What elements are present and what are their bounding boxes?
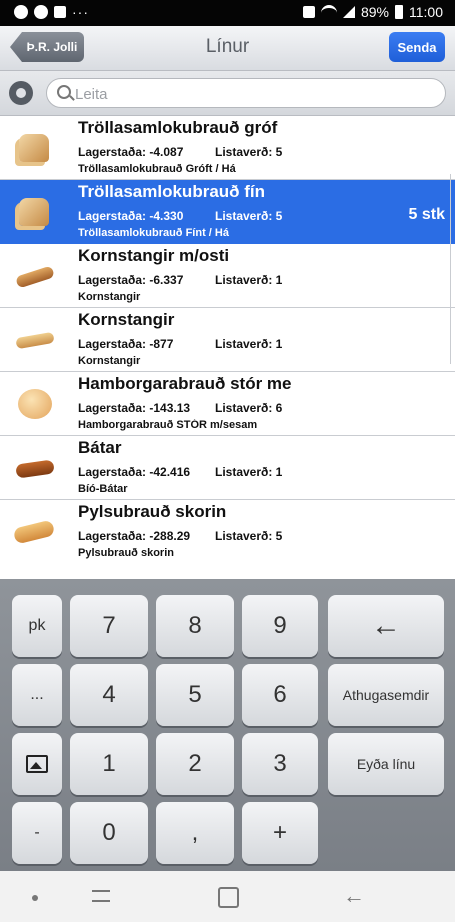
item-description: Kornstangir — [78, 291, 141, 303]
home-icon[interactable] — [218, 887, 239, 908]
minus-key[interactable]: - — [12, 802, 62, 864]
item-price: Listaverð: 1 — [215, 465, 283, 479]
item-stock: Lagerstaða: -877 — [78, 337, 174, 351]
search-icon — [57, 85, 71, 99]
navigation-bar: Þ.R. Jolli Línur Senda — [0, 26, 455, 71]
item-stock-price: Lagerstaða: -4.330 Listaverð: 5 — [78, 209, 293, 223]
item-price: Listaverð: 6 — [215, 401, 283, 415]
key-7[interactable]: 7 — [70, 595, 148, 657]
vibrate-icon — [302, 6, 315, 18]
pk-key[interactable]: pk — [12, 595, 62, 657]
item-name: Tröllasamlokubrauð fín — [78, 182, 266, 201]
key-2[interactable]: 2 — [156, 733, 234, 795]
item-description: Bíó-Bátar — [78, 483, 128, 495]
item-stock: Lagerstaða: -4.330 — [78, 209, 184, 223]
status-right: 89% 11:00 — [302, 4, 443, 20]
key-9[interactable]: 9 — [242, 595, 318, 657]
list-item-selected[interactable]: Tröllasamlokubrauð fín Lagerstaða: -4.33… — [0, 180, 455, 244]
item-name: Pylsubrauð skorin — [78, 502, 227, 521]
battery-percent: 89% — [360, 4, 389, 20]
bread-stick-image — [14, 322, 55, 358]
battery-icon — [395, 5, 403, 19]
boat-roll-image — [14, 450, 55, 486]
key-1[interactable]: 1 — [70, 733, 148, 795]
page-title: Línur — [205, 36, 250, 57]
item-description: Pylsubrauð skorin — [78, 547, 174, 559]
clock: 11:00 — [409, 4, 443, 20]
item-name: Tröllasamlokubrauð gróf — [78, 118, 278, 137]
hotdog-bun-image — [12, 514, 56, 550]
comma-key[interactable]: , — [156, 802, 234, 864]
item-price: Listaverð: 1 — [215, 273, 283, 287]
item-stock-price: Lagerstaða: -42.416 Listaverð: 1 — [78, 465, 293, 479]
wifi-icon — [320, 4, 337, 20]
product-list[interactable]: Tröllasamlokubrauð gróf Lagerstaða: -4.0… — [0, 116, 455, 578]
list-item[interactable]: Hamborgarabrauð stór me Lagerstaða: -143… — [0, 372, 455, 436]
item-stock: Lagerstaða: -288.29 — [78, 529, 191, 543]
item-stock: Lagerstaða: -6.337 — [78, 273, 184, 287]
list-item[interactable]: Kornstangir m/osti Lagerstaða: -6.337 Lis… — [0, 244, 455, 308]
note-button[interactable]: Athugasemdir — [328, 664, 444, 726]
bread-stick-image — [14, 258, 55, 294]
numeric-keypad: pk 7 8 9 ← ... 4 5 6 Athugasemdir 1 2 3 … — [0, 579, 455, 871]
list-item[interactable]: Pylsubrauð skorin Lagerstaða: -288.29 Lis… — [0, 500, 455, 564]
item-quantity: 5 stk — [408, 206, 445, 223]
item-stock: Lagerstaða: -4.087 — [78, 145, 184, 159]
toast-bread-image — [14, 130, 54, 166]
item-price: Listaverð: 5 — [215, 209, 283, 223]
item-description: Hamborgarabrauð STÓR m/sesam — [78, 419, 258, 431]
key-6[interactable]: 6 — [242, 664, 318, 726]
item-stock-price: Lagerstaða: -877 Listaverð: 1 — [78, 337, 293, 351]
signal-icon — [342, 6, 355, 18]
notification-icon — [14, 5, 28, 19]
send-button[interactable]: Senda — [389, 32, 445, 62]
status-bar: ··· 89% 11:00 — [0, 0, 455, 26]
backspace-button[interactable]: ← — [328, 595, 444, 657]
item-name: Hamborgarabrauð stór me — [78, 374, 292, 393]
search-bar — [0, 71, 455, 116]
key-3[interactable]: 3 — [242, 733, 318, 795]
item-stock-price: Lagerstaða: -143.13 Listaverð: 6 — [78, 401, 293, 415]
item-name: Kornstangir — [78, 310, 175, 329]
image-icon — [26, 755, 48, 773]
toast-bread-image — [14, 194, 54, 230]
list-item[interactable]: Bátar Lagerstaða: -42.416 Listaverð: 1 Bí… — [0, 436, 455, 500]
message-icon — [34, 5, 48, 19]
key-0[interactable]: 0 — [70, 802, 148, 864]
item-description: Kornstangir — [78, 355, 141, 367]
image-button[interactable] — [12, 733, 62, 795]
item-price: Listaverð: 5 — [215, 529, 283, 543]
item-name: Bátar — [78, 438, 122, 457]
key-4[interactable]: 4 — [70, 664, 148, 726]
key-8[interactable]: 8 — [156, 595, 234, 657]
item-stock: Lagerstaða: -42.416 — [78, 465, 191, 479]
app-icon — [54, 6, 66, 18]
status-left: ··· — [14, 4, 89, 20]
more-key[interactable]: ... — [12, 664, 62, 726]
item-price: Listaverð: 1 — [215, 337, 283, 351]
scrollbar[interactable] — [450, 174, 455, 364]
gear-icon[interactable] — [9, 81, 33, 105]
plus-key[interactable]: + — [242, 802, 318, 864]
search-field[interactable] — [46, 78, 446, 108]
item-stock-price: Lagerstaða: -6.337 Listaverð: 1 — [78, 273, 293, 287]
dot-icon[interactable] — [32, 895, 38, 901]
search-input[interactable] — [73, 83, 437, 105]
list-item[interactable]: Kornstangir Lagerstaða: -877 Listaverð: 1… — [0, 308, 455, 372]
item-stock: Lagerstaða: -143.13 — [78, 401, 191, 415]
item-description: Tröllasamlokubrauð Fínt / Há — [78, 227, 229, 239]
burger-bun-image — [14, 386, 54, 422]
item-stock-price: Lagerstaða: -4.087 Listaverð: 5 — [78, 145, 293, 159]
back-icon[interactable]: ← — [343, 883, 365, 909]
item-description: Tröllasamlokubrauð Gróft / Há — [78, 163, 236, 175]
key-5[interactable]: 5 — [156, 664, 234, 726]
list-item[interactable]: Tröllasamlokubrauð gróf Lagerstaða: -4.0… — [0, 116, 455, 180]
item-name: Kornstangir m/osti — [78, 246, 230, 265]
more-notifications: ··· — [72, 4, 89, 20]
system-navigation-bar: ← — [0, 871, 455, 922]
item-stock-price: Lagerstaða: -288.29 Listaverð: 5 — [78, 529, 293, 543]
recents-icon[interactable] — [92, 887, 112, 905]
item-price: Listaverð: 5 — [215, 145, 283, 159]
delete-line-button[interactable]: Eyða línu — [328, 733, 444, 795]
